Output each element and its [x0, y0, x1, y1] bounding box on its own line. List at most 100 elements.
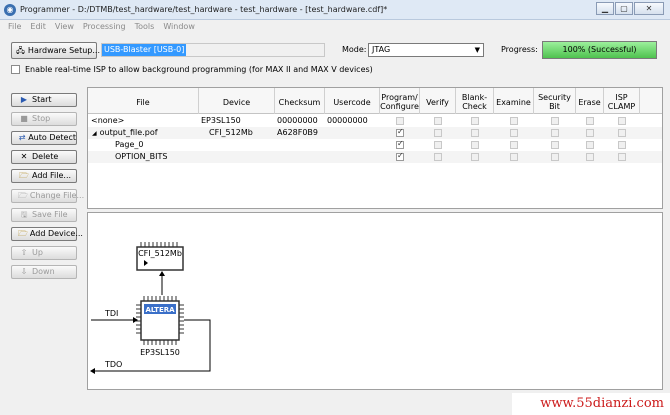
col-verify[interactable]: Verify [420, 88, 456, 114]
col-usercode[interactable]: Usercode [325, 88, 380, 114]
isp-clamp-checkbox[interactable] [618, 153, 626, 161]
col-blank-label-2: Check [462, 102, 487, 111]
isp-checkbox[interactable] [11, 65, 20, 74]
hardware-field[interactable]: USB-Blaster [USB-0] [101, 43, 325, 57]
menu-edit[interactable]: Edit [30, 20, 46, 34]
jtag-chain-svg: CFI_512Mb ALTERA EP3SL150 TDI TDO [90, 242, 211, 374]
tdo-arrow-icon [90, 368, 95, 374]
security-bit-checkbox[interactable] [551, 141, 559, 149]
examine-checkbox[interactable] [510, 129, 518, 137]
start-button[interactable]: ▶ Start [11, 93, 77, 107]
verify-checkbox[interactable] [434, 153, 442, 161]
tdo-label: TDO [104, 360, 122, 369]
close-button[interactable]: ✕ [634, 2, 664, 15]
table-row[interactable]: OPTION_BITS [88, 151, 662, 163]
save-file-label: Save File [32, 210, 68, 219]
tree-collapse-icon[interactable]: ◢ [92, 130, 97, 137]
col-security-label-1: Security [538, 93, 571, 102]
examine-checkbox[interactable] [510, 141, 518, 149]
add-file-button[interactable]: 🗁 Add File... [11, 169, 77, 183]
change-file-button[interactable]: 🗁 Change File... [11, 189, 84, 203]
maximize-button[interactable]: ▢ [615, 2, 633, 15]
window-controls: ▁ ▢ ✕ [595, 2, 664, 15]
security-bit-checkbox[interactable] [551, 117, 559, 125]
verify-checkbox[interactable] [434, 141, 442, 149]
blank-check-checkbox[interactable] [471, 129, 479, 137]
down-arrow-icon: ⇩ [20, 267, 28, 276]
watermark: www.55dianzi.com [512, 393, 670, 415]
col-isp-clamp[interactable]: ISP CLAMP [604, 88, 640, 114]
examine-checkbox[interactable] [510, 117, 518, 125]
row-usercode: 00000000 [327, 116, 368, 125]
menu-file[interactable]: File [8, 20, 21, 34]
col-security-bit[interactable]: Security Bit [534, 88, 576, 114]
blank-check-checkbox[interactable] [471, 117, 479, 125]
auto-detect-button[interactable]: ⇄ Auto Detect [11, 131, 77, 145]
col-examine[interactable]: Examine [494, 88, 534, 114]
mode-value: JTAG [372, 45, 391, 54]
program-checkbox[interactable] [396, 127, 404, 137]
isp-row: Enable real-time ISP to allow background… [11, 65, 373, 74]
verify-checkbox[interactable] [434, 117, 442, 125]
up-button[interactable]: ⇧ Up [11, 246, 77, 260]
jtag-chain-diagram: CFI_512Mb ALTERA EP3SL150 TDI TDO [87, 212, 663, 390]
col-erase[interactable]: Erase [576, 88, 604, 114]
menu-tools[interactable]: Tools [135, 20, 155, 34]
erase-checkbox[interactable] [586, 117, 594, 125]
examine-checkbox[interactable] [510, 153, 518, 161]
col-file-label: File [136, 97, 150, 107]
add-file-icon: 🗁 [19, 171, 29, 180]
col-blank-label-1: Blank- [461, 93, 488, 102]
delete-button[interactable]: ✕ Delete [11, 150, 77, 164]
row-file: Page_0 [115, 140, 144, 149]
add-device-button[interactable]: 🗁 Add Device... [11, 227, 83, 241]
col-blank-check[interactable]: Blank- Check [456, 88, 494, 114]
delete-icon: ✕ [20, 152, 28, 161]
change-file-label: Change File... [29, 191, 85, 200]
program-checkbox[interactable] [396, 151, 404, 161]
erase-checkbox[interactable] [586, 129, 594, 137]
col-program[interactable]: Program/ Configure [380, 88, 420, 114]
erase-checkbox[interactable] [586, 141, 594, 149]
col-device-label: Device [222, 97, 251, 107]
device-table: File Device Checksum Usercode Program/ C… [87, 87, 663, 209]
col-security-label-2: Bit [549, 102, 560, 111]
menu-processing[interactable]: Processing [83, 20, 126, 34]
tdi-label: TDI [104, 309, 118, 318]
down-button[interactable]: ⇩ Down [11, 265, 77, 279]
progress-label: Progress: [501, 45, 538, 54]
mode-select[interactable]: JTAG ▼ [368, 43, 484, 57]
stop-icon: ■ [20, 114, 28, 123]
save-file-button[interactable]: 🖫 Save File [11, 208, 77, 222]
isp-label: Enable real-time ISP to allow background… [25, 65, 373, 74]
program-checkbox[interactable] [396, 117, 404, 125]
col-device[interactable]: Device [199, 88, 275, 114]
table-row[interactable]: Page_0 [88, 139, 662, 151]
hardware-setup-button[interactable]: 🖧 Hardware Setup... [11, 42, 100, 59]
col-examine-label: Examine [496, 97, 531, 107]
fpga-chip[interactable] [136, 296, 184, 345]
verify-checkbox[interactable] [434, 129, 442, 137]
blank-check-checkbox[interactable] [471, 153, 479, 161]
up-arrow-icon: ⇧ [20, 248, 28, 257]
stop-button[interactable]: ■ Stop [11, 112, 77, 126]
isp-clamp-checkbox[interactable] [618, 129, 626, 137]
minimize-button[interactable]: ▁ [596, 2, 614, 15]
col-program-label-2: Configure [380, 102, 419, 111]
security-bit-checkbox[interactable] [551, 153, 559, 161]
down-label: Down [32, 267, 55, 276]
security-bit-checkbox[interactable] [551, 129, 559, 137]
program-checkbox[interactable] [396, 139, 404, 149]
menu-window[interactable]: Window [163, 20, 195, 34]
title-bar: ◉ Programmer - D:/DTMB/test_hardware/tes… [0, 0, 670, 20]
erase-checkbox[interactable] [586, 153, 594, 161]
table-row[interactable]: ◢ output_file.pof CFI_512Mb A628F0B9 [88, 127, 662, 139]
blank-check-checkbox[interactable] [471, 141, 479, 149]
menu-view[interactable]: View [55, 20, 74, 34]
table-row[interactable]: <none> EP3SL150 00000000 00000000 [88, 115, 662, 127]
col-checksum[interactable]: Checksum [275, 88, 325, 114]
isp-clamp-checkbox[interactable] [618, 117, 626, 125]
change-file-icon: 🗁 [18, 191, 28, 200]
isp-clamp-checkbox[interactable] [618, 141, 626, 149]
col-file[interactable]: File [88, 88, 199, 114]
